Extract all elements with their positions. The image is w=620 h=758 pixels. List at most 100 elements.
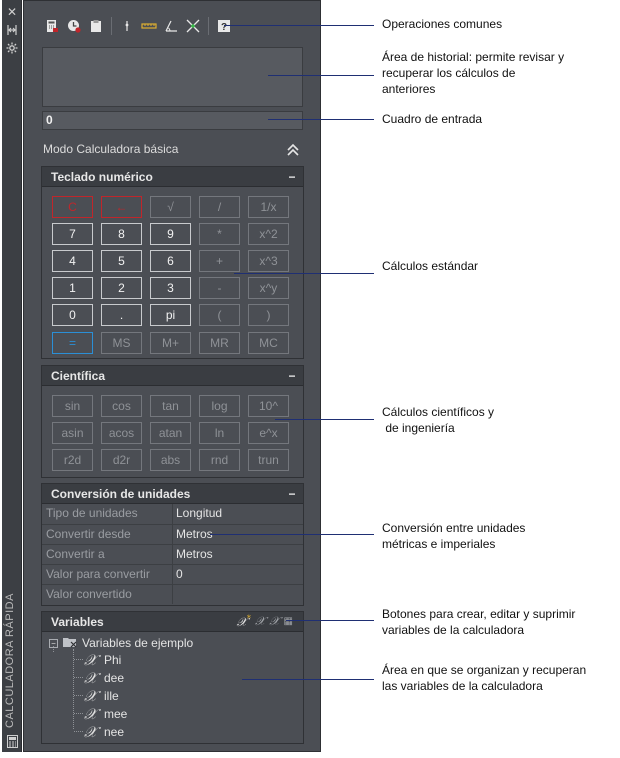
tree-root-label: Variables de ejemplo bbox=[82, 636, 194, 650]
scientific-key[interactable]: tan bbox=[150, 395, 191, 417]
scientific-key[interactable]: atan bbox=[150, 422, 191, 444]
numpad-key[interactable]: MS bbox=[101, 332, 142, 354]
numpad-key[interactable]: 0 bbox=[52, 304, 93, 326]
scientific-key[interactable]: cos bbox=[101, 395, 142, 417]
distance-icon[interactable] bbox=[140, 17, 158, 35]
edit-variable-icon[interactable]: 𝒳 bbox=[255, 614, 265, 629]
scientific-key[interactable]: e^x bbox=[248, 422, 289, 444]
callout-line bbox=[234, 273, 374, 274]
new-variable-icon[interactable]: 𝒳* bbox=[237, 614, 251, 630]
scientific-key[interactable]: asin bbox=[52, 422, 93, 444]
numpad-key[interactable]: 2 bbox=[101, 277, 142, 299]
numpad-key[interactable]: ( bbox=[199, 304, 240, 326]
scientific-key[interactable]: 10^ bbox=[248, 395, 289, 417]
scientific-key[interactable]: trun bbox=[248, 449, 289, 471]
numpad-key[interactable]: 9 bbox=[150, 223, 191, 245]
calculator-icon[interactable]: ▦ bbox=[284, 616, 293, 627]
unit-conversion-row: Convertir a Metros bbox=[42, 544, 303, 564]
numpad-key[interactable]: 1/x bbox=[248, 196, 289, 218]
scientific-key[interactable]: acos bbox=[101, 422, 142, 444]
numpad-key[interactable]: = bbox=[52, 332, 93, 354]
paste-icon[interactable] bbox=[87, 17, 105, 35]
numpad-key[interactable]: pi bbox=[150, 304, 191, 326]
tree-root[interactable]: − Variables de ejemplo bbox=[49, 635, 193, 651]
scientific-header[interactable]: Científica − bbox=[42, 366, 303, 386]
numpad-key[interactable]: 6 bbox=[150, 250, 191, 272]
input-box[interactable]: 0 bbox=[42, 111, 303, 130]
get-point-icon[interactable] bbox=[118, 17, 136, 35]
numpad-key[interactable]: x^3 bbox=[248, 250, 289, 272]
delete-variable-icon[interactable]: 𝒳 bbox=[269, 614, 279, 629]
callout-text: Conversión entre unidades métricas e imp… bbox=[382, 521, 526, 551]
callout-text: Cálculos científicos y de ingeniería bbox=[382, 405, 495, 435]
collapse-icon[interactable]: − bbox=[287, 170, 297, 184]
settings-icon[interactable] bbox=[6, 42, 18, 54]
callout-line bbox=[286, 620, 374, 621]
numpad-header[interactable]: Teclado numérico − bbox=[42, 167, 303, 187]
numpad-key[interactable]: MR bbox=[199, 332, 240, 354]
variable-name: ille bbox=[104, 689, 119, 703]
collapse-icon[interactable]: − bbox=[287, 487, 297, 501]
scientific-key[interactable]: log bbox=[199, 395, 240, 417]
callout-line bbox=[275, 419, 374, 420]
numpad-key[interactable]: ) bbox=[248, 304, 289, 326]
variable-item[interactable]: 𝒳dee bbox=[84, 669, 124, 687]
numpad-key[interactable]: ← bbox=[101, 196, 142, 218]
variable-item[interactable]: 𝒳mee bbox=[84, 705, 127, 723]
numpad-key[interactable]: + bbox=[199, 250, 240, 272]
unit-conversion-value[interactable]: Longitud bbox=[173, 504, 303, 524]
numpad-key[interactable]: - bbox=[199, 277, 240, 299]
variable-name: mee bbox=[104, 707, 128, 721]
numpad-key[interactable]: 5 bbox=[101, 250, 142, 272]
angle-icon[interactable] bbox=[162, 17, 180, 35]
unit-conversion-section: Conversión de unidades − Tipo de unidade… bbox=[41, 483, 304, 606]
numpad-key[interactable]: 3 bbox=[150, 277, 191, 299]
scientific-key[interactable]: d2r bbox=[101, 449, 142, 471]
unit-conversion-header[interactable]: Conversión de unidades − bbox=[42, 484, 303, 504]
pin-icon[interactable] bbox=[6, 24, 18, 36]
numpad-key[interactable]: C bbox=[52, 196, 93, 218]
clear-icon[interactable] bbox=[43, 17, 61, 35]
scientific-key[interactable]: sin bbox=[52, 395, 93, 417]
numpad-key[interactable]: . bbox=[101, 304, 142, 326]
variable-item[interactable]: 𝒳 Phi bbox=[84, 651, 121, 669]
help-icon[interactable]: ? bbox=[215, 17, 233, 35]
scientific-key[interactable]: r2d bbox=[52, 449, 93, 471]
unit-conversion-value[interactable] bbox=[173, 585, 303, 604]
tree-toggle[interactable]: − bbox=[49, 638, 58, 648]
numpad-key[interactable]: x^y bbox=[248, 277, 289, 299]
unit-conversion-title: Conversión de unidades bbox=[51, 486, 191, 501]
tree-connector bbox=[74, 731, 83, 732]
numpad-key[interactable]: 4 bbox=[52, 250, 93, 272]
unit-conversion-label: Valor convertido bbox=[42, 585, 173, 604]
scientific-key[interactable]: ln bbox=[199, 422, 240, 444]
tree-connector bbox=[74, 713, 83, 714]
calculator-icon[interactable] bbox=[6, 735, 18, 748]
unit-conversion-row: Tipo de unidades Longitud bbox=[42, 504, 303, 524]
history-area[interactable] bbox=[42, 47, 303, 107]
numpad-key[interactable]: √ bbox=[150, 196, 191, 218]
callout-text: Cálculos estándar bbox=[382, 259, 479, 273]
numpad-key[interactable]: MC bbox=[248, 332, 289, 354]
scientific-key[interactable]: abs bbox=[150, 449, 191, 471]
unit-conversion-value[interactable]: 0 bbox=[173, 565, 303, 584]
variable-item[interactable]: 𝒳nee bbox=[84, 723, 124, 741]
collapse-icon[interactable]: − bbox=[287, 369, 297, 383]
intersection-icon[interactable] bbox=[184, 17, 202, 35]
unit-conversion-value[interactable]: Metros bbox=[173, 545, 303, 564]
numpad-key[interactable]: * bbox=[199, 223, 240, 245]
numpad-key[interactable]: 1 bbox=[52, 277, 93, 299]
variable-item[interactable]: 𝒳ille bbox=[84, 687, 119, 705]
numpad-key[interactable]: / bbox=[199, 196, 240, 218]
numpad-key[interactable]: 7 bbox=[52, 223, 93, 245]
numpad-key[interactable]: 8 bbox=[101, 223, 142, 245]
calculator-mode-label: Modo Calculadora básica bbox=[43, 142, 179, 156]
numpad-key[interactable]: M+ bbox=[150, 332, 191, 354]
close-icon[interactable]: ✕ bbox=[6, 6, 18, 18]
variables-title: Variables bbox=[51, 614, 104, 629]
quickcalc-panel: ? 0 Modo Calculadora básica Teclado numé… bbox=[23, 0, 321, 752]
numpad-key[interactable]: x^2 bbox=[248, 223, 289, 245]
scientific-key[interactable]: rnd bbox=[199, 449, 240, 471]
history-clear-icon[interactable] bbox=[65, 17, 83, 35]
chevron-up-icon[interactable] bbox=[286, 142, 300, 158]
